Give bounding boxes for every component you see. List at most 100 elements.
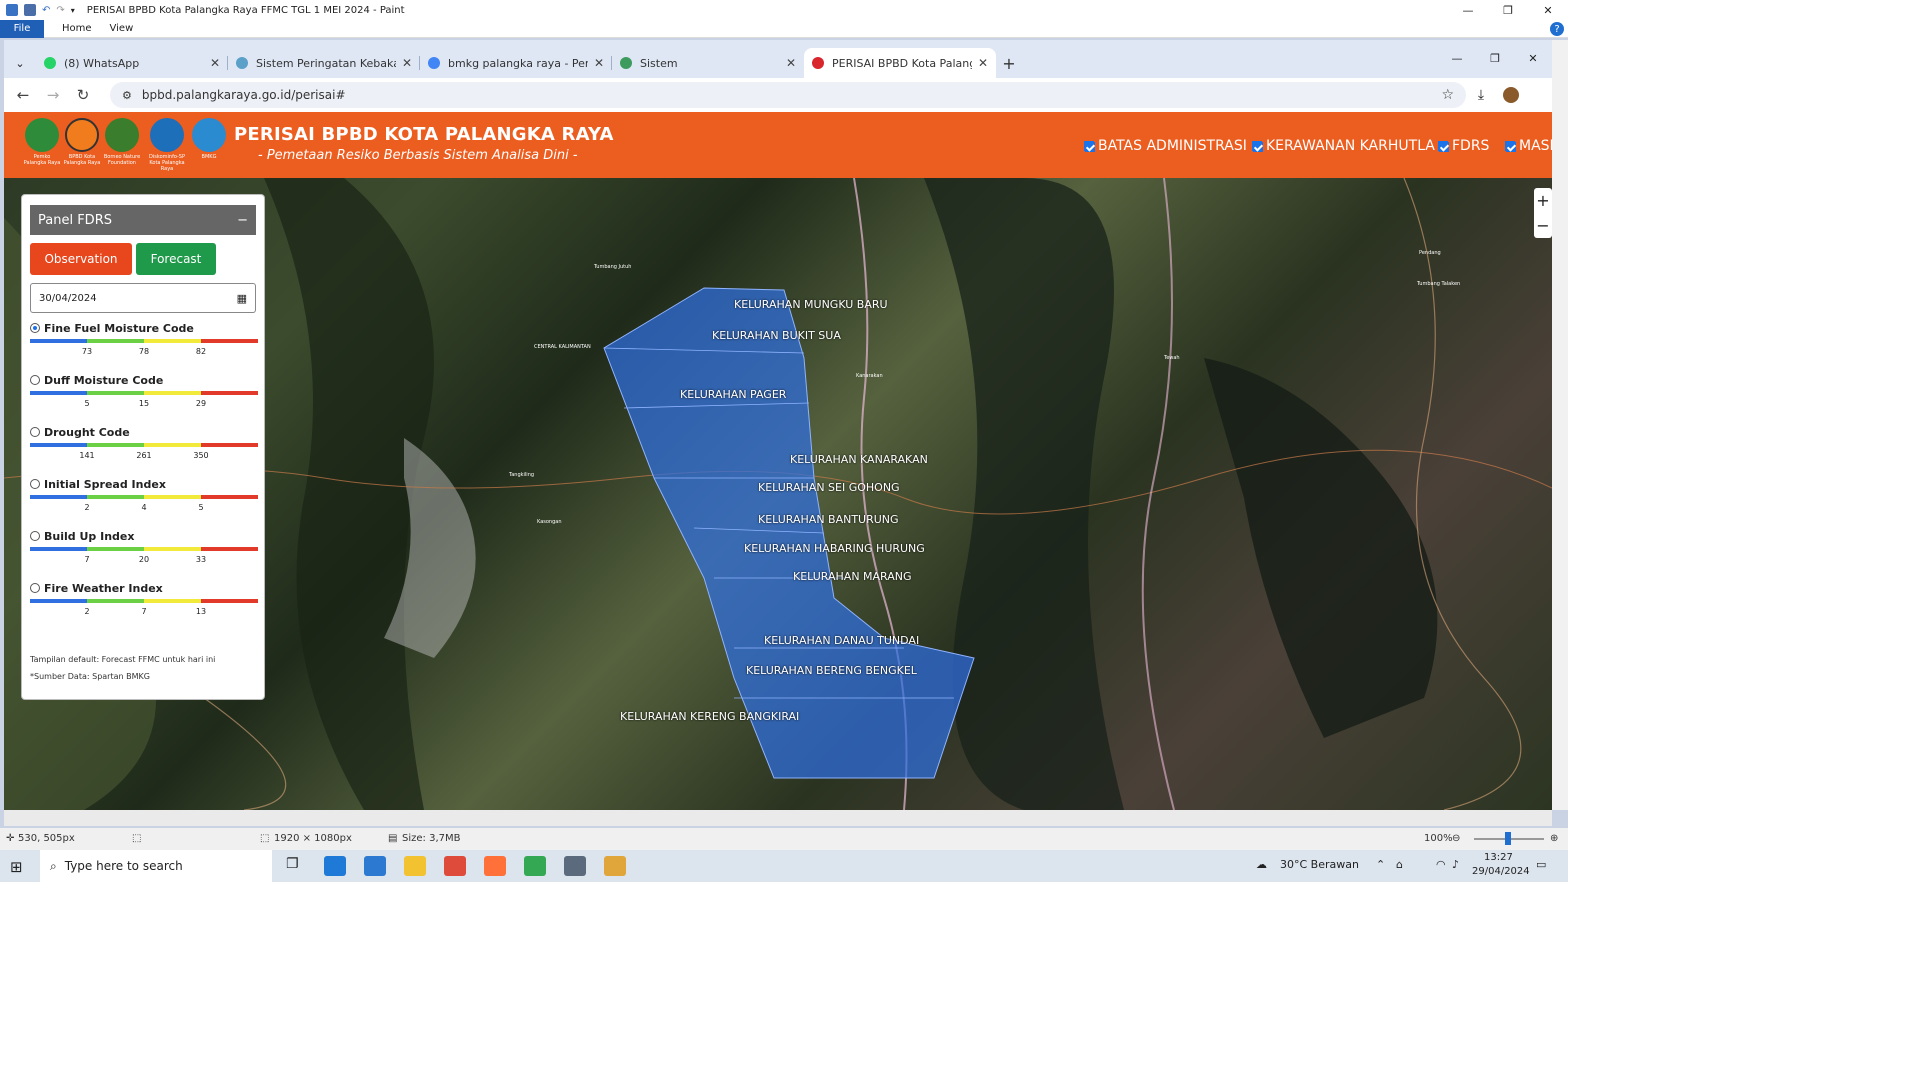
taskbar-search[interactable]: ⌕ Type here to search (40, 850, 272, 882)
forecast-button[interactable]: Forecast (136, 243, 216, 275)
place-label: Tumbang Talaken (1417, 281, 1461, 287)
calendar-icon[interactable]: ▦ (237, 292, 247, 305)
layer-batas-administrasi[interactable]: BATAS ADMINISTRASI (1084, 138, 1247, 154)
network-icon[interactable]: ⌂ (1396, 858, 1403, 871)
tab-title: PERISAI BPBD Kota Palangka Ra (832, 56, 972, 70)
zoom-slider-thumb[interactable] (1505, 832, 1511, 845)
zoom-out-button[interactable]: − (1536, 213, 1549, 238)
selection-size-icon: ⬚ (132, 833, 142, 844)
windows-start-icon[interactable]: ⊞ (10, 858, 23, 876)
zoom-in-icon[interactable]: ⊕ (1550, 833, 1558, 844)
tab-title: Sistem Peringatan Kebakaran H (256, 56, 396, 70)
undo-icon[interactable]: ↶ (42, 5, 50, 16)
save-icon[interactable] (24, 4, 36, 16)
tab-bmkg-search[interactable]: bmkg palangka raya - Penelusu ✕ (420, 48, 612, 78)
window-title: PERISAI BPBD Kota Palangka Raya FFMC TGL… (86, 4, 405, 16)
address-bar[interactable]: ⚙ bpbd.palangkaraya.go.id/perisai# ☆ (110, 82, 1466, 108)
bookmark-star-icon[interactable]: ☆ (1441, 87, 1454, 103)
tray-chevron-icon[interactable]: ⌃ (1376, 858, 1385, 871)
browser-minimize-button[interactable]: — (1438, 48, 1476, 68)
panel-minimize-button[interactable]: − (237, 213, 248, 228)
search-placeholder: Type here to search (64, 859, 183, 873)
redo-icon[interactable]: ↷ (56, 5, 64, 16)
customize-quick-access-icon[interactable]: ▾ (71, 6, 75, 15)
tick: 73 (81, 347, 93, 356)
vertical-scrollbar[interactable] (1552, 40, 1568, 810)
site-favicon-icon (620, 57, 632, 69)
close-button[interactable]: ✕ (1528, 0, 1568, 20)
tab-whatsapp[interactable]: (8) WhatsApp ✕ (36, 48, 228, 78)
layer-fdrs[interactable]: FDRS (1438, 138, 1489, 154)
close-tab-icon[interactable]: ✕ (210, 56, 220, 70)
radio-bui[interactable] (30, 531, 40, 541)
tick: 261 (136, 451, 152, 460)
calculator-icon[interactable] (564, 856, 586, 876)
checkbox-icon[interactable] (1505, 141, 1516, 152)
logo-caption: Pemko Palangka Raya (23, 154, 61, 166)
cursor-position-icon: ✛ (6, 833, 15, 844)
zoom-in-button[interactable]: + (1536, 188, 1549, 213)
file-explorer-icon[interactable] (404, 856, 426, 876)
tab-sistem-peringatan[interactable]: Sistem Peringatan Kebakaran H ✕ (228, 48, 420, 78)
chrome-icon[interactable] (444, 856, 466, 876)
minimize-button[interactable]: — (1448, 0, 1488, 20)
index-name: Duff Moisture Code (44, 373, 164, 387)
view-tab[interactable]: View (110, 23, 152, 34)
logo-caption: BPBD Kota Palangka Raya (63, 154, 101, 166)
edge-icon[interactable] (324, 856, 346, 876)
radio-ffmc[interactable] (30, 323, 40, 333)
forward-icon[interactable]: → (38, 80, 68, 110)
perisai-header: Pemko Palangka Raya BPBD Kota Palangka R… (4, 112, 1552, 178)
back-icon[interactable]: ← (8, 80, 38, 110)
layer-mask[interactable]: MASK (1505, 138, 1552, 154)
tab-sistem[interactable]: Sistem ✕ (612, 48, 804, 78)
tick: 5 (198, 503, 204, 512)
wifi-icon[interactable]: ◠ (1436, 858, 1446, 871)
radio-fwi[interactable] (30, 583, 40, 593)
date-input[interactable]: 30/04/2024 ▦ (30, 283, 256, 313)
close-tab-icon[interactable]: ✕ (786, 56, 796, 70)
browser-close-button[interactable]: ✕ (1514, 48, 1552, 68)
checkbox-icon[interactable] (1084, 141, 1095, 152)
mail-icon[interactable] (364, 856, 386, 876)
home-tab[interactable]: Home (44, 23, 110, 34)
help-icon[interactable]: ? (1550, 22, 1564, 36)
horizontal-scrollbar[interactable] (4, 810, 1552, 826)
kelurahan-label: KELURAHAN HABARING HURUNG (744, 542, 925, 555)
radio-isi[interactable] (30, 479, 40, 489)
paint-taskbar-icon[interactable] (604, 856, 626, 876)
clock-date[interactable]: 29/04/2024 (1472, 866, 1530, 877)
file-menu[interactable]: File (0, 19, 44, 38)
profile-avatar[interactable] (1503, 87, 1519, 103)
close-tab-icon[interactable]: ✕ (402, 56, 412, 70)
site-info-icon[interactable]: ⚙ (122, 89, 132, 102)
firefox-icon[interactable] (484, 856, 506, 876)
maximize-button[interactable]: ❐ (1488, 0, 1528, 20)
chrome-profile-icon[interactable] (524, 856, 546, 876)
clock-time[interactable]: 13:27 (1484, 852, 1513, 863)
tab-search-icon[interactable]: ⌄ (4, 48, 36, 78)
observation-button[interactable]: Observation (30, 243, 132, 275)
index-bui: Build Up Index 7 20 33 (30, 529, 258, 565)
browser-restore-button[interactable]: ❐ (1476, 48, 1514, 68)
task-view-icon[interactable]: ❐ (286, 856, 308, 876)
pemko-logo-icon (25, 118, 59, 152)
radio-dmc[interactable] (30, 375, 40, 385)
checkbox-icon[interactable] (1252, 141, 1263, 152)
zoom-out-icon[interactable]: ⊖ (1452, 833, 1460, 844)
notifications-icon[interactable]: ▭ (1536, 858, 1546, 871)
reload-icon[interactable]: ↻ (68, 80, 98, 110)
checkbox-icon[interactable] (1438, 141, 1449, 152)
weather-text[interactable]: 30°C Berawan (1280, 858, 1359, 871)
new-tab-button[interactable]: + (996, 48, 1022, 78)
tab-perisai[interactable]: PERISAI BPBD Kota Palangka Ra ✕ (804, 48, 996, 78)
tab-title: bmkg palangka raya - Penelusu (448, 56, 588, 70)
download-icon[interactable]: ⤓ (1466, 80, 1496, 110)
satellite-map[interactable]: CENTRAL KALIMANTAN Tumbang Jutuh Tangkil… (4, 178, 1552, 810)
layer-kerawanan-karhutla[interactable]: KERAWANAN KARHUTLA (1252, 138, 1435, 154)
close-tab-icon[interactable]: ✕ (978, 56, 988, 70)
radio-dc[interactable] (30, 427, 40, 437)
close-tab-icon[interactable]: ✕ (594, 56, 604, 70)
volume-icon[interactable]: ♪ (1452, 858, 1459, 871)
web-page: Pemko Palangka Raya BPBD Kota Palangka R… (4, 112, 1552, 810)
